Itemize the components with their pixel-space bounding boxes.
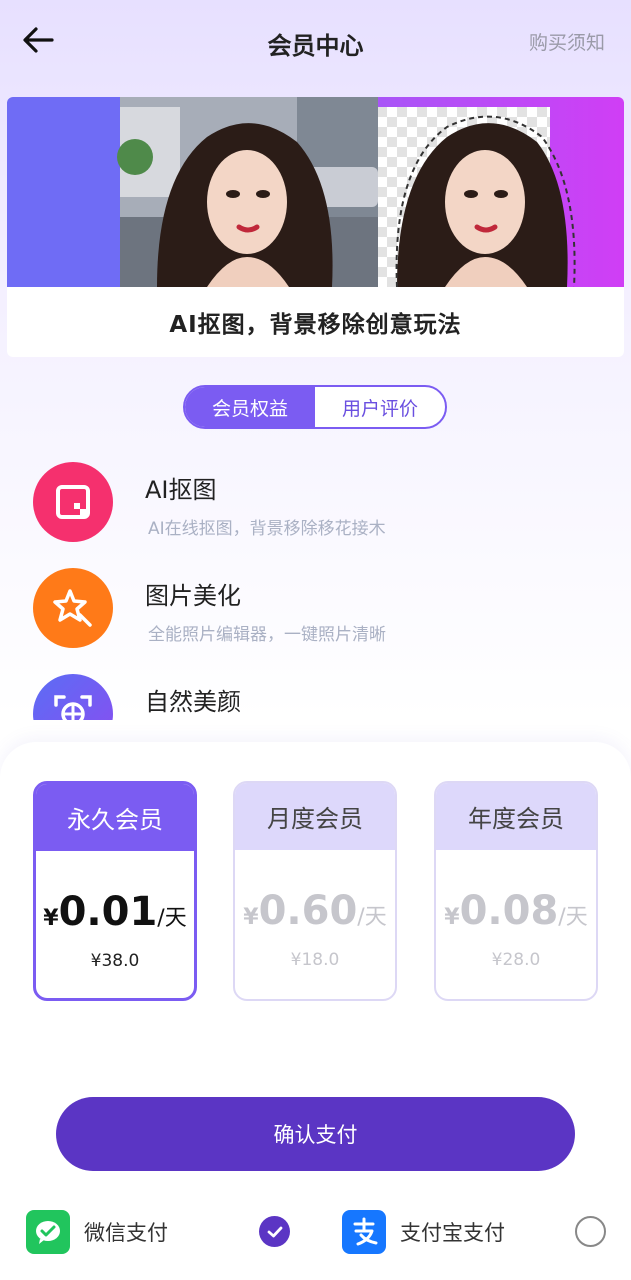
purchase-notice-link[interactable]: 购买须知 [529,28,605,55]
plan-lifetime[interactable]: 永久会员 ¥0.01/天 ¥38.0 [33,781,197,1001]
promo-banner[interactable]: AI抠图，背景移除创意玩法 [7,97,624,357]
benefits-list: AI抠图 AI在线抠图，背景移除移花接木 图片美化 全能照片编辑器，一键照片清晰… [0,450,631,720]
alipay-radio[interactable] [575,1216,606,1247]
feature-title: AI抠图 [145,476,217,504]
confirm-payment-button[interactable]: 确认支付 [56,1097,575,1171]
feature-desc: AI在线抠图，背景移除移花接木 [148,519,386,539]
price-value: 0.08 [459,888,559,934]
payment-label: 支付宝支付 [400,1221,505,1245]
alipay-icon [342,1210,386,1254]
tab-user-reviews[interactable]: 用户评价 [315,387,445,427]
plan-total: ¥18.0 [290,950,340,970]
price-unit: /天 [357,905,387,930]
list-item: AI抠图 AI在线抠图，背景移除移花接木 [0,456,631,556]
plan-price: ¥0.08/天 [436,888,596,934]
feature-desc: 全能照片编辑器，一键照片清晰 [148,625,386,645]
price-value: 0.01 [58,889,158,935]
banner-image [7,97,624,287]
plan-name: 年度会员 [436,783,596,850]
plan-price: ¥0.60/天 [235,888,395,934]
face-scan-icon [33,674,113,720]
cutout-icon [33,462,113,542]
plan-total: ¥38.0 [90,951,140,971]
price-value: 0.60 [258,888,358,934]
payment-option-alipay[interactable]: 支付宝支付 [342,1210,505,1254]
banner-caption: AI抠图，背景移除创意玩法 [169,312,462,338]
top-bar: 会员中心 购买须知 [0,0,631,84]
currency-symbol: ¥ [43,906,59,931]
currency-symbol: ¥ [444,905,460,930]
payment-label: 微信支付 [84,1221,168,1245]
plan-name: 月度会员 [235,783,395,850]
plan-total: ¥28.0 [491,950,541,970]
checkmark-icon [267,1226,282,1237]
payment-option-wechat[interactable]: 微信支付 [26,1210,168,1254]
list-item: 自然美颜 [0,668,631,720]
plan-monthly[interactable]: 月度会员 ¥0.60/天 ¥18.0 [233,781,397,1001]
plan-name: 永久会员 [36,784,194,851]
price-unit: /天 [157,906,187,931]
feature-title: 图片美化 [145,582,241,610]
benefits-review-tabs: 会员权益 用户评价 [183,385,447,429]
magic-star-icon [33,568,113,648]
currency-symbol: ¥ [243,905,259,930]
price-unit: /天 [558,905,588,930]
wechat-radio[interactable] [259,1216,290,1247]
plan-price: ¥0.01/天 [36,889,194,935]
list-item: 图片美化 全能照片编辑器，一键照片清晰 [0,562,631,662]
feature-title: 自然美颜 [145,688,241,716]
plan-yearly[interactable]: 年度会员 ¥0.08/天 ¥28.0 [434,781,598,1001]
tab-member-benefits[interactable]: 会员权益 [185,387,315,427]
wechat-pay-icon [26,1210,70,1254]
